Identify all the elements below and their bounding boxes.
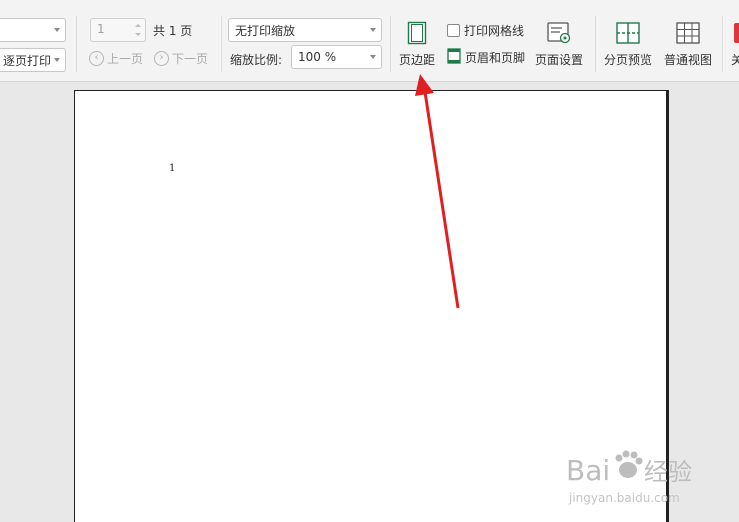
annotation-arrow xyxy=(415,74,460,309)
